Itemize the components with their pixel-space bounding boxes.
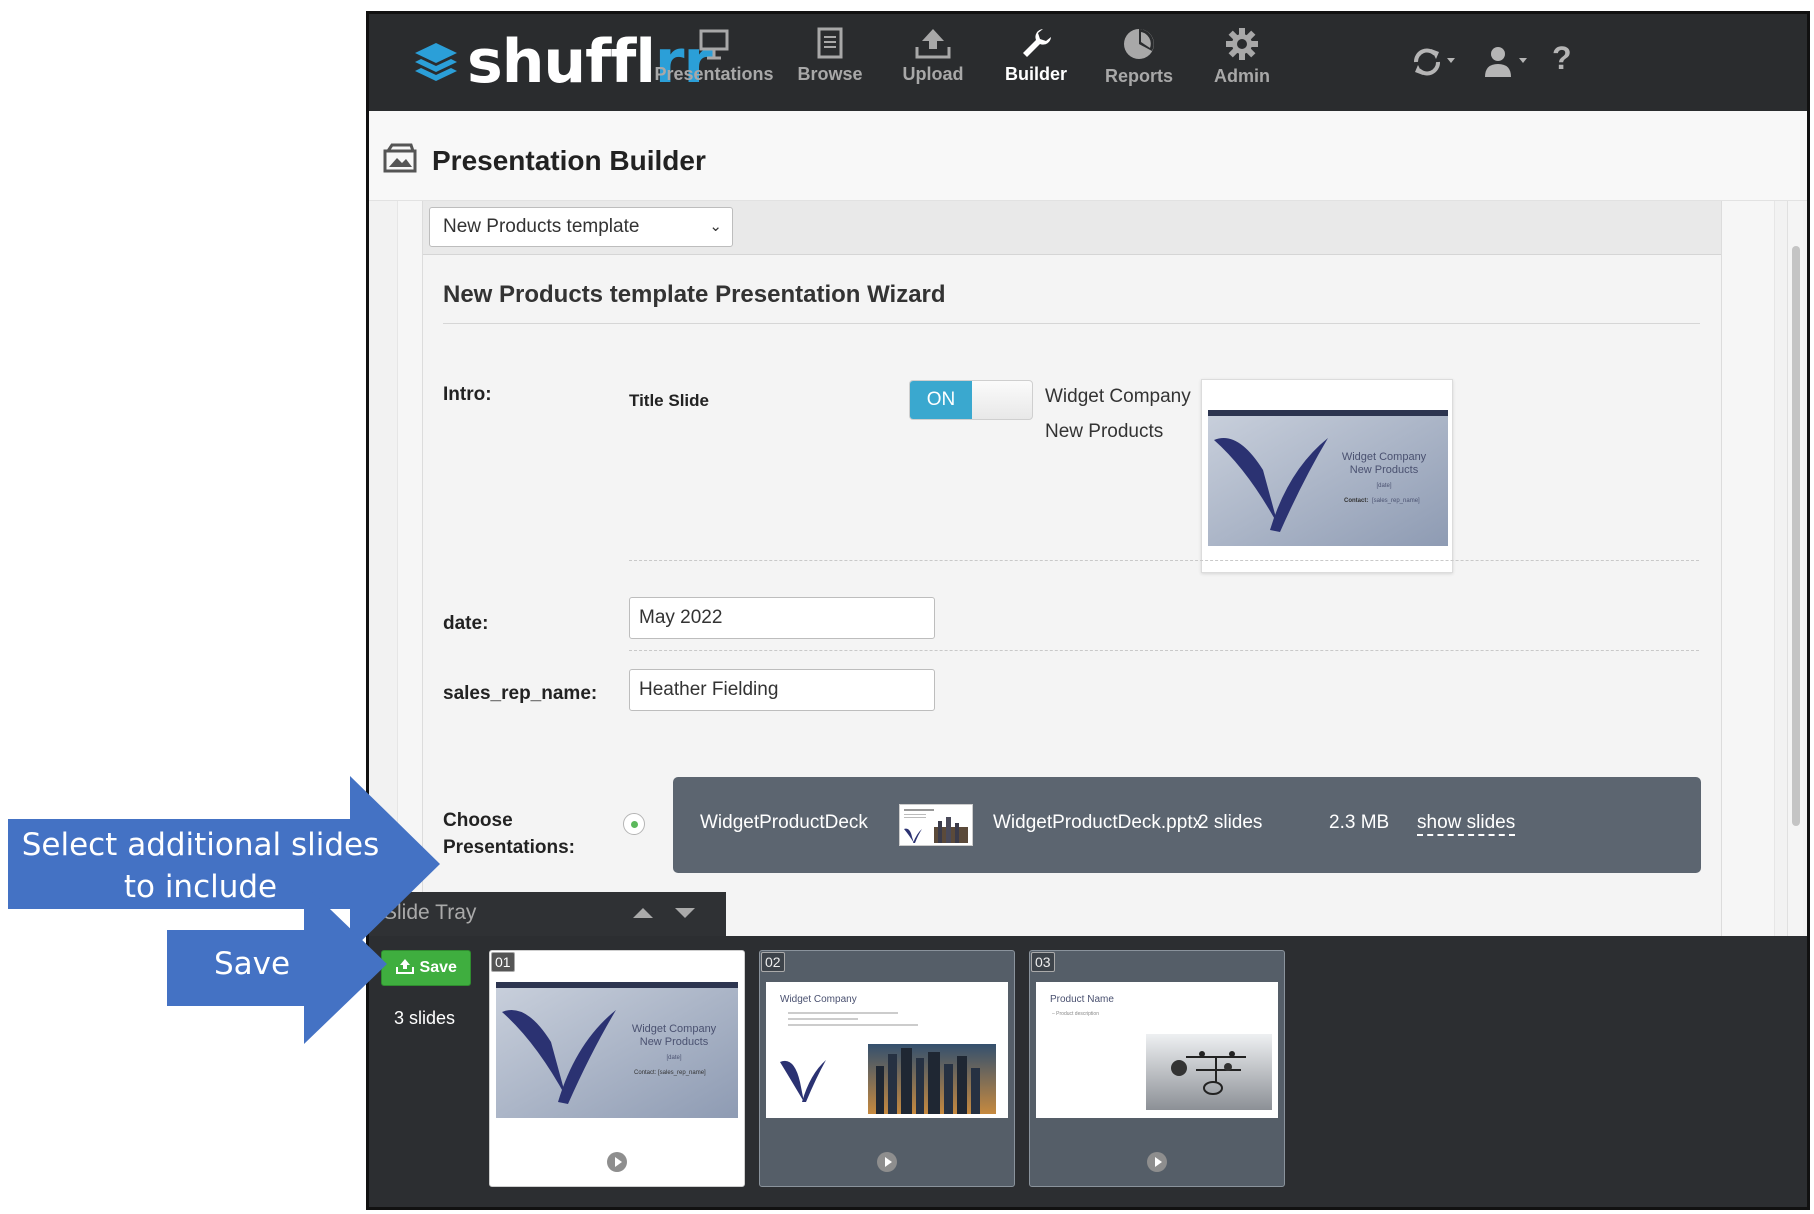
toggle-on-state: ON: [910, 381, 972, 419]
slide-contact: Contact: [sales_rep_name]: [634, 1070, 706, 1076]
user-icon: [1485, 47, 1527, 77]
choose-presentations-label-line2: Presentations:: [443, 837, 575, 858]
tray-collapse-up-icon[interactable]: [633, 908, 653, 918]
slide-thumbnail: Widget Company New Products [date] Conta…: [496, 982, 738, 1118]
title-slide-toggle[interactable]: ON: [909, 380, 1033, 420]
nav-presentations[interactable]: Presentations: [649, 26, 779, 85]
tray-expand-down-icon[interactable]: [675, 908, 695, 918]
deck-name: WidgetProductDeck: [700, 812, 868, 833]
nav-label: Browse: [797, 64, 863, 84]
slide-title: Widget Company: [780, 994, 857, 1005]
show-slides-link[interactable]: show slides: [1417, 812, 1516, 836]
slide-title2: New Products: [640, 1036, 709, 1048]
nav-admin[interactable]: Admin: [1177, 26, 1307, 87]
upload-icon: [396, 959, 415, 974]
thumb-title1: Widget Company: [1342, 451, 1427, 463]
browse-document-icon: [817, 27, 843, 59]
gear-icon: [1226, 28, 1258, 60]
save-button-label: Save: [419, 959, 457, 976]
sales-rep-label: sales_rep_name:: [443, 683, 598, 704]
presentation-builder-icon: [383, 143, 417, 173]
wizard-title: New Products template Presentation Wizar…: [443, 281, 946, 308]
title-slide-line2: New Products: [1045, 421, 1164, 442]
presentation-radio[interactable]: [623, 813, 645, 835]
slide-date: [date]: [666, 1055, 681, 1061]
callout-save: Save: [167, 884, 387, 1049]
wrench-icon: [1023, 29, 1051, 57]
nav-label: Builder: [1004, 64, 1067, 84]
deck-file-name: WidgetProductDeck.pptx: [993, 812, 1203, 833]
slide-subtitle: – Product description: [1052, 1011, 1099, 1017]
play-icon[interactable]: [607, 1152, 627, 1172]
slide-count: 3 slides: [394, 1008, 456, 1028]
title-slide-line1: Widget Company: [1045, 386, 1191, 407]
sync-icon: [1414, 48, 1455, 76]
scrollbar-thumb[interactable]: [1792, 246, 1800, 826]
nav-label: Reports: [1104, 66, 1173, 86]
title-slide-label: Title Slide: [629, 391, 709, 410]
date-label: date:: [443, 613, 489, 634]
slide-tray: Save 3 slides 01 Widget Company New Prod…: [369, 936, 1807, 1207]
nav-label: Presentations: [654, 64, 774, 84]
slide-number: 01: [491, 952, 515, 972]
intro-label: Intro:: [443, 384, 492, 405]
divider: [443, 323, 1700, 324]
user-menu[interactable]: [1482, 44, 1532, 85]
divider: [629, 650, 1699, 651]
sync-menu[interactable]: [1409, 44, 1459, 85]
play-icon[interactable]: [1147, 1152, 1167, 1172]
shufflrr-app-window: shufflrr Presentations Browse Upload Bui…: [366, 11, 1810, 1210]
deck-file-size: 2.3 MB: [1329, 812, 1390, 833]
play-icon[interactable]: [877, 1152, 897, 1172]
callout-select-text-line1: Select additional slides: [21, 827, 380, 863]
page-title: Presentation Builder: [432, 145, 706, 176]
page-header: Presentation Builder: [369, 111, 1807, 201]
tray-slide-03[interactable]: 03 Product Name – Product description: [1029, 950, 1285, 1187]
nav-label: Upload: [902, 64, 964, 84]
deck-slide-count: 2 slides: [1198, 812, 1263, 833]
builder-panel: New Products template ⌄ New Products tem…: [422, 201, 1722, 941]
title-slide-preview[interactable]: Widget Company New Products [date] Conta…: [1201, 379, 1453, 573]
presentation-row[interactable]: WidgetProductDeck WidgetProductDeck.pptx…: [673, 777, 1701, 873]
slide-thumbnail: Product Name – Product description: [1036, 982, 1278, 1118]
tray-slide-02[interactable]: 02 Widget Company: [759, 950, 1015, 1187]
slide-number: 03: [1031, 952, 1055, 972]
sales-rep-field[interactable]: Heather Fielding: [629, 669, 935, 711]
template-bar: New Products template ⌄: [423, 201, 1721, 255]
deck-thumbnail: [899, 804, 973, 846]
slide-number: 02: [761, 952, 785, 972]
thumb-contact-value: [sales_rep_name]: [1372, 498, 1420, 504]
scrollbar[interactable]: [1787, 201, 1803, 941]
top-navigation-bar: shufflrr Presentations Browse Upload Bui…: [369, 14, 1807, 111]
chevron-down-icon: ⌄: [709, 218, 722, 235]
thumb-contact-label: Contact:: [1344, 498, 1368, 504]
template-select-value: New Products template: [443, 216, 640, 237]
presentation-easel-icon: [699, 29, 729, 60]
pie-chart-icon: [1124, 29, 1154, 59]
tray-slide-01[interactable]: 01 Widget Company New Products [date] Co…: [489, 950, 745, 1187]
choose-presentations-label: Choose: [443, 810, 513, 831]
thumb-date: [date]: [1376, 483, 1391, 489]
title-slide-thumbnail: Widget Company New Products [date] Conta…: [1208, 410, 1448, 546]
divider: [629, 560, 1699, 561]
slide-title: Product Name: [1050, 994, 1114, 1005]
template-select[interactable]: New Products template ⌄: [429, 207, 733, 247]
callout-save-text: Save: [213, 946, 291, 982]
nav-label: Admin: [1214, 66, 1270, 86]
upload-icon: [915, 29, 951, 59]
slide-thumbnail: Widget Company: [766, 982, 1008, 1118]
thumb-title2: New Products: [1350, 464, 1419, 476]
help-button[interactable]: ?: [1552, 40, 1572, 77]
stacked-layers-logo-icon: [415, 42, 457, 81]
slide-title1: Widget Company: [632, 1023, 717, 1035]
date-field[interactable]: May 2022: [629, 597, 935, 639]
